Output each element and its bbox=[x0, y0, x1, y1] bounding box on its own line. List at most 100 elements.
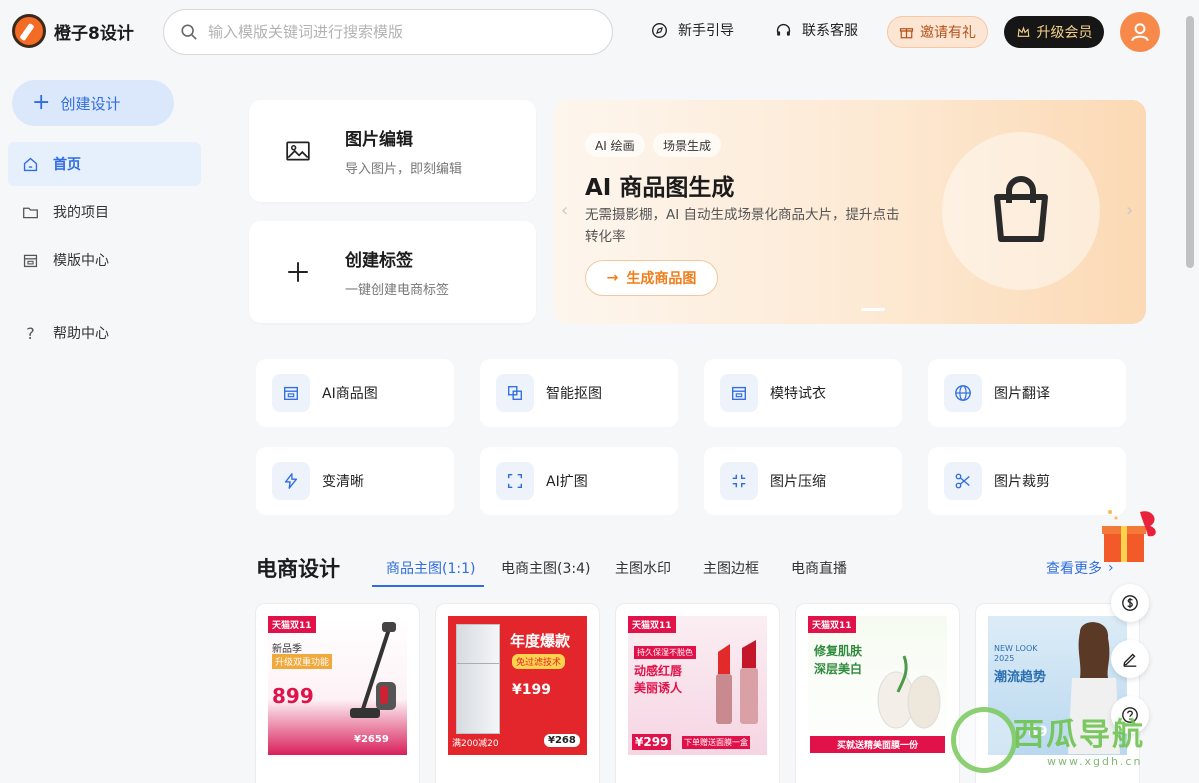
crown-icon bbox=[1017, 25, 1029, 37]
template-badge: 天猫双11 bbox=[268, 616, 316, 633]
question-icon: ? bbox=[26, 323, 35, 343]
folder-icon bbox=[23, 207, 38, 218]
sidebar-item-help[interactable]: ? 帮助中心 bbox=[8, 311, 201, 355]
template-thumbnail: 年度爆款 免过滤技术 ¥199 满200减20 ¥268 bbox=[448, 616, 587, 755]
tool-translate[interactable]: 图片翻译 bbox=[928, 359, 1126, 427]
banner-prev-icon[interactable]: ‹ bbox=[561, 200, 568, 221]
template-tag: 买就送精美面膜一份 bbox=[810, 736, 945, 753]
logo-icon bbox=[12, 14, 46, 48]
gift-box-icon[interactable] bbox=[1100, 506, 1162, 566]
watermark-text: 西瓜导航 bbox=[1013, 717, 1145, 753]
view-more-label: 查看更多 bbox=[1046, 561, 1102, 577]
watermark-url: www.xgdh.cn bbox=[1047, 755, 1143, 768]
tab-border[interactable]: 主图边框 bbox=[703, 558, 759, 578]
avatar[interactable] bbox=[1120, 12, 1160, 52]
banner-tag: 场景生成 bbox=[653, 133, 722, 157]
globe-icon bbox=[944, 374, 982, 412]
tool-ai-expand[interactable]: AI扩图 bbox=[480, 447, 678, 515]
template-thumbnail: 天猫双11 新品季 升级双重功能 899 ¥2659 bbox=[268, 616, 407, 755]
tab-main-image-3-4[interactable]: 电商主图(3:4) bbox=[501, 558, 590, 578]
sidebar-item-home[interactable]: 首页 bbox=[8, 142, 201, 186]
quick-card-title: 图片编辑 bbox=[345, 130, 413, 150]
site-watermark: 西瓜导航 www.xgdh.cn bbox=[951, 705, 1181, 775]
guide-link[interactable]: 新手引导 bbox=[651, 20, 734, 40]
tool-label: 图片裁剪 bbox=[994, 474, 1050, 490]
upgrade-label: 升级会员 bbox=[1036, 25, 1093, 41]
generate-product-image-button[interactable]: → 生成商品图 bbox=[585, 260, 718, 296]
tool-label: 图片压缩 bbox=[770, 474, 826, 490]
tool-label: 模特试衣 bbox=[770, 386, 826, 402]
user-icon bbox=[1131, 23, 1149, 42]
banner-next-icon[interactable]: › bbox=[1126, 200, 1133, 221]
sidebar-item-projects[interactable]: 我的项目 bbox=[8, 190, 201, 234]
shopping-bag-illustration bbox=[942, 132, 1100, 290]
template-badge: 天猫双11 bbox=[628, 616, 676, 633]
banner-title: AI 商品图生成 bbox=[585, 175, 735, 201]
banner-description: 无需摄影棚，AI 自动生成场景化商品大片，提升点击转化率 bbox=[585, 207, 900, 245]
template-line: 潮流趋势 bbox=[994, 670, 1047, 685]
tab-main-image-1-1[interactable]: 商品主图(1:1) bbox=[386, 558, 475, 578]
tool-model-fitting[interactable]: 模特试衣 bbox=[704, 359, 902, 427]
pricing-button[interactable] bbox=[1111, 584, 1149, 622]
shopping-bag-icon bbox=[994, 176, 1048, 242]
plus-icon: + bbox=[32, 90, 51, 115]
template-card[interactable]: 天猫双11 新品季 升级双重功能 899 ¥2659 bbox=[255, 603, 420, 783]
tool-cutout[interactable]: 智能抠图 bbox=[480, 359, 678, 427]
sidebar-item-templates[interactable]: 模版中心 bbox=[8, 238, 201, 282]
home-icon bbox=[23, 157, 38, 171]
section-title: 电商设计 bbox=[256, 557, 340, 581]
tool-label: AI扩图 bbox=[546, 474, 588, 490]
tool-ai-product[interactable]: AI商品图 bbox=[256, 359, 454, 427]
template-heading: 动感红唇 bbox=[634, 664, 683, 678]
store-icon bbox=[272, 374, 310, 412]
template-card[interactable]: 年度爆款 免过滤技术 ¥199 满200减20 ¥268 bbox=[435, 603, 600, 783]
template-price: ¥299 bbox=[632, 734, 672, 750]
template-heading: 年度爆款 bbox=[510, 632, 571, 650]
template-extra: 持久保湿不脱色 bbox=[634, 646, 696, 659]
tab-live[interactable]: 电商直播 bbox=[791, 558, 847, 578]
create-design-label: 创建设计 bbox=[60, 94, 121, 113]
tab-watermark[interactable]: 主图水印 bbox=[615, 558, 671, 578]
template-line: 深层美白 bbox=[814, 662, 863, 676]
template-line: 免过滤技术 bbox=[512, 654, 566, 669]
quick-card-create-label[interactable]: 创建标签 一键创建电商标签 bbox=[249, 221, 536, 323]
banner-tag: AI 绘画 bbox=[585, 133, 645, 157]
feedback-button[interactable] bbox=[1111, 640, 1149, 678]
dollar-icon bbox=[1122, 595, 1138, 611]
page-scrollbar[interactable] bbox=[1186, 16, 1194, 268]
logo-text: 橙子8设计 bbox=[54, 23, 134, 44]
image-icon bbox=[286, 141, 310, 161]
cosmetic-bottles-illustration bbox=[877, 655, 941, 729]
tool-compress[interactable]: 图片压缩 bbox=[704, 447, 902, 515]
template-heading: 修复肌肤 bbox=[814, 644, 863, 658]
promo-banner[interactable]: AI 绘画 场景生成 AI 商品图生成 无需摄影棚，AI 自动生成场景化商品大片… bbox=[553, 100, 1146, 324]
template-card[interactable]: 天猫双11 修复肌肤 深层美白 买就送精美面膜一份 bbox=[795, 603, 960, 783]
template-thumbnail: 天猫双11 持久保湿不脱色 动感红唇 美丽诱人 ¥299 下单赠送面膜一盒 bbox=[628, 616, 767, 755]
search-input[interactable] bbox=[208, 23, 588, 41]
quick-card-title: 创建标签 bbox=[345, 251, 413, 271]
tool-crop[interactable]: 图片裁剪 bbox=[928, 447, 1126, 515]
sidebar-item-label: 首页 bbox=[53, 157, 81, 173]
quick-card-image-edit[interactable]: 图片编辑 导入图片，即刻编辑 bbox=[249, 100, 536, 202]
carousel-indicator[interactable] bbox=[861, 308, 885, 311]
top-header: 橙子8设计 新手引导 联系客服 邀请有礼 升级会员 bbox=[0, 0, 1199, 64]
store-icon bbox=[720, 374, 758, 412]
invite-button[interactable]: 邀请有礼 bbox=[887, 16, 988, 48]
scissors-icon bbox=[944, 462, 982, 500]
template-card[interactable]: 天猫双11 持久保湿不脱色 动感红唇 美丽诱人 ¥299 下单赠送面膜一盒 bbox=[615, 603, 780, 783]
compass-icon bbox=[652, 22, 667, 38]
support-link[interactable]: 联系客服 bbox=[775, 20, 858, 40]
template-line: 美丽诱人 bbox=[634, 681, 683, 695]
create-design-button[interactable]: + 创建设计 bbox=[12, 80, 174, 126]
store-icon bbox=[23, 254, 38, 267]
app-logo[interactable]: 橙子8设计 bbox=[12, 14, 134, 48]
headset-icon bbox=[776, 23, 791, 36]
tool-sharpen[interactable]: 变清晰 bbox=[256, 447, 454, 515]
generate-label: 生成商品图 bbox=[626, 271, 697, 287]
tool-label: 变清晰 bbox=[322, 474, 364, 490]
upgrade-button[interactable]: 升级会员 bbox=[1004, 16, 1104, 48]
search-box[interactable] bbox=[163, 9, 613, 55]
fridge-illustration bbox=[456, 624, 500, 734]
arrow-right-icon: → bbox=[606, 270, 619, 286]
tool-label: 图片翻译 bbox=[994, 386, 1050, 402]
